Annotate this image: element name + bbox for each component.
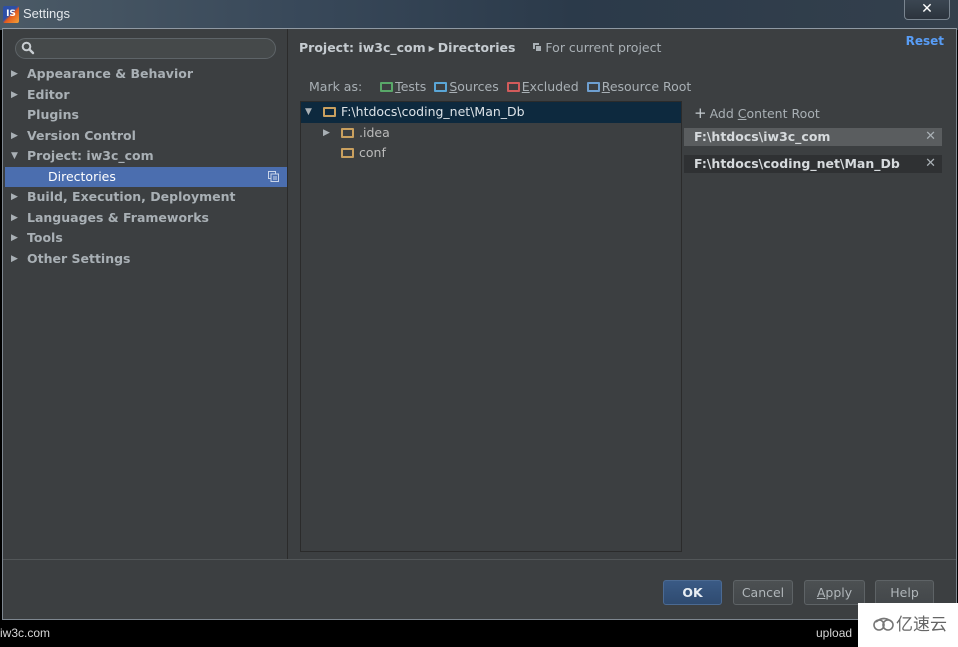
tree-node-label: .idea <box>359 124 390 140</box>
app-icon: IS <box>3 6 19 23</box>
content-root-path: F:\htdocs\iw3c_com <box>694 129 831 144</box>
mark-excluded-button[interactable]: Excluded <box>506 79 579 94</box>
expanded-arrow-icon[interactable]: ▼ <box>305 102 312 122</box>
sidebar-item-label: Editor <box>27 86 70 102</box>
mark-as-toolbar: Mark as: Tests Sources Excluded Resource Ro… <box>309 79 699 94</box>
directory-tree[interactable]: ▼ F:\htdocs\coding_net\Man_Db ▶ .idea conf <box>300 101 682 552</box>
sidebar-item-label: Appearance & Behavior <box>27 66 193 81</box>
mark-sources-button[interactable]: Sources <box>434 79 499 94</box>
taskbar-left-text: iw3c.com <box>0 626 51 640</box>
sidebar-item[interactable]: Directories <box>5 166 287 187</box>
collapsed-arrow-icon[interactable]: ▶ <box>11 208 18 228</box>
sidebar-item-label: Version Control <box>27 127 136 143</box>
sidebar-item[interactable]: ▶ Build, Execution, Deployment <box>3 187 287 208</box>
tree-node[interactable]: conf <box>301 143 681 164</box>
search-icon <box>21 41 35 55</box>
tree-node[interactable]: ▼ F:\htdocs\coding_net\Man_Db <box>301 102 681 123</box>
remove-root-icon[interactable]: ✕ <box>925 155 936 173</box>
watermark-text: 亿速云 <box>896 615 947 635</box>
breadcrumb-parent: Project: iw3c_com <box>299 40 426 55</box>
content-root-item[interactable]: F:\htdocs\coding_net\Man_Db ✕ <box>684 155 942 173</box>
collapsed-arrow-icon[interactable]: ▶ <box>11 126 18 146</box>
folder-icon <box>380 82 394 92</box>
content-roots-panel: + Add Content Root F:\htdocs\iw3c_com ✕ F:\… <box>684 101 942 173</box>
folder-icon <box>586 82 600 92</box>
collapsed-arrow-icon[interactable]: ▶ <box>11 64 18 84</box>
sidebar-item[interactable]: ▶ Version Control <box>3 126 287 147</box>
window-title: Settings <box>23 6 70 21</box>
sidebar-item-label: Tools <box>27 230 63 245</box>
content-root-item[interactable]: F:\htdocs\iw3c_com ✕ <box>684 128 942 146</box>
mark-tests-button[interactable]: Tests <box>380 79 426 94</box>
mark-resource-root-button[interactable]: Resource Root <box>586 79 691 94</box>
add-content-root-button[interactable]: + Add Content Root <box>684 101 942 125</box>
apply-button[interactable]: Apply <box>804 580 865 605</box>
folder-icon <box>341 148 354 158</box>
sidebar-item[interactable]: ▼ Project: iw3c_com <box>3 146 287 167</box>
title-bar: IS Settings ✕ <box>0 0 958 30</box>
tree-node-label: F:\htdocs\coding_net\Man_Db <box>341 104 525 119</box>
directories-panel: Project: iw3c_com ▶ Directories For curren… <box>289 29 956 559</box>
expanded-arrow-icon[interactable]: ▼ <box>11 146 18 166</box>
sidebar-item[interactable]: ▶ Languages & Frameworks <box>3 208 287 229</box>
sidebar-item-label: Build, Execution, Deployment <box>27 189 236 204</box>
sidebar-item-label: Languages & Frameworks <box>27 209 209 225</box>
mark-as-label: Mark as: <box>309 79 363 94</box>
cloud-logo-icon <box>873 617 894 631</box>
sidebar-item-label: Other Settings <box>27 250 131 266</box>
watermark: 亿速云 <box>858 603 958 647</box>
footer-divider <box>3 559 956 560</box>
remove-root-icon[interactable]: ✕ <box>925 128 936 146</box>
collapsed-arrow-icon[interactable]: ▶ <box>11 187 18 207</box>
ok-button[interactable]: OK <box>663 580 722 605</box>
settings-search-input[interactable] <box>15 38 276 59</box>
collapsed-arrow-icon[interactable]: ▶ <box>11 85 18 105</box>
reset-link[interactable]: Reset <box>906 34 944 48</box>
collapsed-arrow-icon[interactable]: ▶ <box>11 228 18 248</box>
sidebar-item-label: Directories <box>48 168 116 184</box>
collapsed-arrow-icon[interactable]: ▶ <box>11 249 18 269</box>
taskbar-right-text: upload <box>816 626 853 640</box>
sidebar-item[interactable]: ▶ Editor <box>3 85 287 106</box>
breadcrumb-current: Directories <box>437 40 516 55</box>
cancel-button[interactable]: Cancel <box>733 580 793 605</box>
folder-icon <box>341 127 354 138</box>
settings-sidebar: ▶ Appearance & Behavior ▶ Editor Plugins ▶ Ver… <box>3 29 288 559</box>
project-scope-icon <box>268 170 279 182</box>
scope-indicator: For current project <box>533 40 661 55</box>
settings-nav-tree: ▶ Appearance & Behavior ▶ Editor Plugins ▶ Ver… <box>3 64 287 269</box>
folder-icon <box>434 82 448 92</box>
window-close-button[interactable]: ✕ <box>904 0 950 20</box>
plus-icon: + <box>694 104 707 122</box>
sidebar-item[interactable]: ▶ Appearance & Behavior <box>3 64 287 85</box>
sidebar-item-label: Project: iw3c_com <box>27 148 154 163</box>
sidebar-item[interactable]: ▶ Tools <box>3 228 287 249</box>
breadcrumb-separator-icon: ▶ <box>428 44 435 53</box>
tree-node[interactable]: ▶ .idea <box>301 123 681 144</box>
folder-icon <box>506 82 520 92</box>
content-root-path: F:\htdocs\coding_net\Man_Db <box>694 156 900 171</box>
taskbar: iw3c.com upload <box>0 622 958 647</box>
tree-node-label: conf <box>359 145 386 160</box>
breadcrumb: Project: iw3c_com ▶ Directories For curren… <box>299 40 661 55</box>
help-button[interactable]: Help <box>875 580 934 605</box>
collapsed-arrow-icon[interactable]: ▶ <box>323 123 330 143</box>
settings-dialog: ▶ Appearance & Behavior ▶ Editor Plugins ▶ Ver… <box>2 28 957 620</box>
project-scope-icon <box>533 43 543 52</box>
scope-label: For current project <box>545 40 662 55</box>
folder-icon <box>323 107 336 117</box>
sidebar-item[interactable]: Plugins <box>3 105 287 126</box>
sidebar-item-label: Plugins <box>27 107 79 122</box>
sidebar-item[interactable]: ▶ Other Settings <box>3 249 287 270</box>
